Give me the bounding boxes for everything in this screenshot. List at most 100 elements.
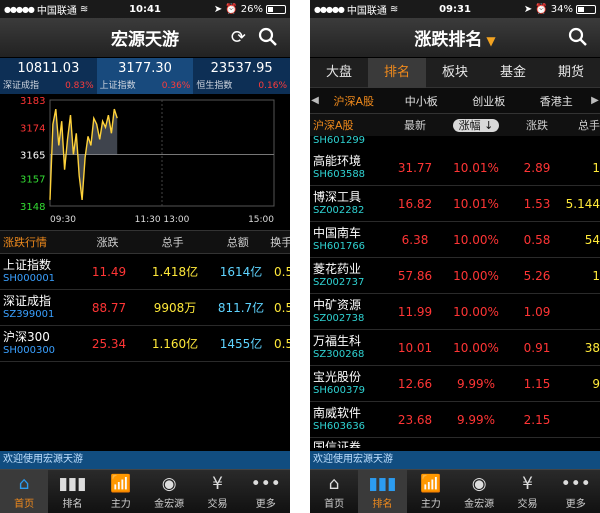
cell-pct: 9.99% xyxy=(456,376,496,391)
table-row[interactable]: 宝光股份 SH600379 12.66 9.99% 1.15 9 xyxy=(310,366,600,402)
stock-name: 上证指数 xyxy=(3,258,52,272)
cell-vol: 54 xyxy=(584,232,600,247)
cell-chg: 1.53 xyxy=(523,196,551,211)
stock-code: SH603588 xyxy=(313,169,366,180)
tab-home[interactable]: ⌂ 首页 xyxy=(310,470,358,513)
table-row[interactable]: 中矿资源 SZ002738 11.99 10.00% 1.09 xyxy=(310,294,600,330)
intraday-chart[interactable]: 3183 3174 3165 3157 3148 09:30 11:30 13:00 15:0… xyxy=(0,94,290,230)
bar-chart-icon: ▮▮▮ xyxy=(58,474,87,494)
col-last[interactable]: 最新 xyxy=(390,117,440,133)
table-row[interactable]: 南威软件 SH603636 23.68 9.99% 2.15 xyxy=(310,402,600,438)
tab-trend-chart[interactable]: 📶 主力 xyxy=(97,470,145,513)
col-pct[interactable]: 涨幅 ↓ xyxy=(440,117,512,133)
tab-home[interactable]: ⌂ 首页 xyxy=(0,470,49,513)
stock-code: SH601766 xyxy=(313,241,366,252)
sort-button[interactable]: 涨幅 ↓ xyxy=(452,119,500,132)
trend-chart-icon: 📶 xyxy=(420,474,442,494)
ranking-table: 高能环境 SH603588 31.77 10.01% 2.89 1 博深工具 S… xyxy=(310,150,600,438)
tab-yen[interactable]: ¥ 交易 xyxy=(503,470,551,513)
cell-vol: 5.144 xyxy=(565,196,600,211)
col-chg[interactable]: 涨跌 xyxy=(512,117,562,133)
tab-category-2[interactable]: 板块 xyxy=(426,58,484,88)
tab-market-hk[interactable]: 香港主 xyxy=(523,93,591,109)
stock-code: SH000001 xyxy=(3,273,56,284)
table-row[interactable]: 上证指数 SH000001 11.49 1.418亿 1614亿 0.5 xyxy=(0,254,290,290)
stock-name: 深证成指 xyxy=(3,294,52,308)
market-tabs: ◀ 沪深A股 中小板 创业板 香港主 ▶ xyxy=(310,88,600,114)
tab-bar-chart[interactable]: ▮▮▮ 排名 xyxy=(48,470,96,513)
tab-label: 交易 xyxy=(207,499,228,510)
table-row[interactable]: 万福生科 SZ300268 10.01 10.00% 0.91 38 xyxy=(310,330,600,366)
refresh-icon[interactable]: ⟳ xyxy=(231,27,246,48)
stock-name: 南威软件 xyxy=(313,406,362,420)
col-vol[interactable]: 总手 xyxy=(562,117,600,133)
index-table: 上证指数 SH000001 11.49 1.418亿 1614亿 0.5 深证成… xyxy=(0,254,290,362)
status-bar: ●●●●● 中国联通 ≋ 09:31 ➤ ⏰ 34% xyxy=(310,0,600,18)
tab-market-hs-a[interactable]: 沪深A股 xyxy=(320,93,388,109)
tab-coin[interactable]: ◉ 金宏源 xyxy=(455,470,503,513)
tab-trend-chart[interactable]: 📶 主力 xyxy=(407,470,455,513)
col-change[interactable]: 涨跌 xyxy=(75,234,140,250)
coin-icon: ◉ xyxy=(471,474,487,494)
col-amount[interactable]: 总额 xyxy=(205,234,270,250)
cell-pct: 10.00% xyxy=(453,268,499,283)
tab-bar: ⌂ 首页 ▮▮▮ 排名 📶 主力 ◉ 金宏源 ¥ 交易 ••• 更多 xyxy=(0,469,290,513)
search-icon[interactable] xyxy=(568,27,588,52)
stock-code: SH000300 xyxy=(3,345,56,356)
cell-chg: 2.89 xyxy=(523,160,551,175)
tab-more[interactable]: ••• 更多 xyxy=(552,470,600,513)
stock-code: SH600379 xyxy=(313,385,366,396)
index-strip: 10811.03 深证成指 0.83% 3177.30 上证指数 0.36% 2… xyxy=(0,58,290,94)
more-icon: ••• xyxy=(560,474,591,494)
table-row[interactable]: SH601299 xyxy=(310,136,600,150)
table-row[interactable]: 国信证券 xyxy=(310,438,600,448)
page-title[interactable]: 涨跌排名 ▼ xyxy=(414,25,495,50)
table-row[interactable]: 菱花药业 SZ002737 57.86 10.00% 5.26 1 xyxy=(310,258,600,294)
index-card-hszs[interactable]: 23537.95 恒生指数 0.16% xyxy=(193,58,290,94)
table-row[interactable]: 博深工具 SZ002282 16.82 10.01% 1.53 5.144 xyxy=(310,186,600,222)
tab-coin[interactable]: ◉ 金宏源 xyxy=(145,470,193,513)
tab-category-1[interactable]: 排名 xyxy=(368,57,426,88)
tab-yen[interactable]: ¥ 交易 xyxy=(193,470,241,513)
cell-change: 25.34 xyxy=(91,336,127,351)
table-header: 涨跌行情 涨跌 总手 总额 换手 xyxy=(0,230,290,254)
coin-icon: ◉ xyxy=(161,474,177,494)
cell-last: 6.38 xyxy=(401,232,429,247)
table-row[interactable]: 沪深300 SH000300 25.34 1.160亿 1455亿 0.5 xyxy=(0,326,290,362)
chevron-left-icon[interactable]: ◀ xyxy=(310,95,320,106)
x-tick-label: 15:00 xyxy=(248,215,274,225)
stock-code: SZ002738 xyxy=(313,313,365,324)
col-volume[interactable]: 总手 xyxy=(140,234,205,250)
cell-vol: 9 xyxy=(592,376,600,391)
y-tick-label: 3165 xyxy=(20,151,45,162)
table-row[interactable]: 高能环境 SH603588 31.77 10.01% 2.89 1 xyxy=(310,150,600,186)
table-row[interactable]: 中国南车 SH601766 6.38 10.00% 0.58 54 xyxy=(310,222,600,258)
category-tabs: 大盘 排名 板块 基金 期货 xyxy=(310,57,600,88)
app-header: 宏源天游 ⟳ xyxy=(0,18,290,58)
battery-percent: 34% xyxy=(550,3,573,15)
tab-market-sme[interactable]: 中小板 xyxy=(388,93,456,109)
page-title: 宏源天游 xyxy=(111,30,179,50)
cell-pct: 10.00% xyxy=(453,304,499,319)
tab-category-3[interactable]: 基金 xyxy=(484,58,542,88)
tab-bar-chart[interactable]: ▮▮▮ 排名 xyxy=(358,470,407,513)
tab-more[interactable]: ••• 更多 xyxy=(242,470,290,513)
tab-label: 金宏源 xyxy=(154,499,185,510)
index-card-szzs[interactable]: 3177.30 上证指数 0.36% xyxy=(96,58,194,94)
tab-market-gem[interactable]: 创业板 xyxy=(455,93,523,109)
table-row[interactable]: 深证成指 SZ399001 88.77 9908万 811.7亿 0.5 xyxy=(0,290,290,326)
search-icon[interactable] xyxy=(258,27,278,52)
tab-label: 主力 xyxy=(420,499,441,510)
tab-label: 更多 xyxy=(255,499,276,510)
cell-vol: 1 xyxy=(592,160,600,175)
y-tick-label: 3174 xyxy=(20,123,45,134)
col-turnover[interactable]: 换手 xyxy=(270,234,290,250)
marquee-banner: 欢迎使用宏源天游 xyxy=(310,451,600,469)
chevron-right-icon[interactable]: ▶ xyxy=(590,95,600,106)
tab-label: 交易 xyxy=(517,499,538,510)
home-icon: ⌂ xyxy=(18,474,30,494)
index-card-szcz[interactable]: 10811.03 深证成指 0.83% xyxy=(0,58,97,94)
cell-turnover: 0.5 xyxy=(274,336,290,351)
tab-category-4[interactable]: 期货 xyxy=(542,58,600,88)
tab-category-0[interactable]: 大盘 xyxy=(310,58,368,88)
